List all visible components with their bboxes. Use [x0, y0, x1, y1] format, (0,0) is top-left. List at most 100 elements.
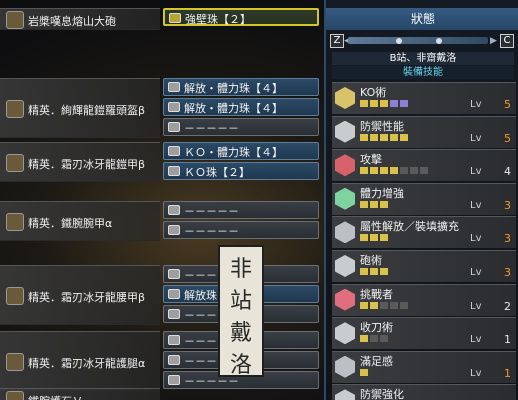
level-pip — [380, 133, 388, 141]
skill-level-pips — [360, 268, 460, 276]
skill-level: 2 — [504, 299, 511, 313]
skill-name: 防禦強化 — [360, 388, 404, 400]
skill-row[interactable]: KO術 Lv 5 — [332, 82, 516, 114]
callout-char: 戴 — [229, 321, 252, 346]
slot-label: ＫＯ・體力珠【４】 — [184, 146, 283, 159]
skill-name: 屬性解放／裝填擴充 — [360, 220, 459, 234]
helmet-icon — [6, 100, 24, 118]
skill-level-pips — [360, 301, 460, 310]
slot-label: 解放・體力珠【４】 — [184, 102, 283, 115]
level-pip — [370, 167, 378, 175]
decoration-slot[interactable]: ＫＯ珠【２】 — [163, 162, 319, 180]
artillery-skill-icon — [335, 255, 355, 277]
jewel-icon — [168, 205, 180, 215]
level-pip — [370, 100, 378, 107]
callout-char: 站 — [229, 289, 252, 314]
jewel-icon — [168, 355, 180, 365]
skill-name: 收刀術 — [360, 321, 393, 335]
charm-icon — [6, 391, 24, 400]
decoration-slot[interactable]: 強壁珠【２】 — [163, 8, 319, 26]
level-prefix: Lv — [470, 233, 482, 245]
skill-level: 3 — [504, 198, 511, 212]
slot-label: －－－－－ — [184, 122, 239, 135]
level-pip — [360, 301, 368, 309]
status-panel: 狀態 Z ◀ ▶ C B站、非齋戴洛 裝備技能 KO術Lv5防禦性能Lv5攻擊L… — [324, 0, 518, 400]
skill-level-pips — [360, 234, 460, 242]
skill-row[interactable]: 防禦強化Lv1 — [332, 384, 516, 400]
skill-row[interactable]: 屬性解放／裝填擴充 Lv 3 — [332, 216, 516, 249]
jewel-icon — [168, 166, 180, 176]
challenger-skill-icon — [335, 288, 355, 311]
level-pip — [400, 301, 408, 309]
page-indicator-bar — [348, 37, 488, 44]
level-prefix: Lv — [470, 199, 482, 211]
slot-label: 強壁珠【２】 — [185, 13, 251, 26]
weapon-icon — [6, 11, 24, 29]
equipment-row[interactable]: 鐵腕護石Ｖ — [0, 388, 322, 400]
next-page-button[interactable]: C — [500, 34, 514, 48]
page-dot-icon — [396, 38, 402, 44]
skill-level-pips — [360, 100, 460, 108]
build-subtitle: B站、非齋戴洛 — [332, 52, 514, 65]
skill-row[interactable]: 挑戰者 Lv 2 — [332, 283, 516, 316]
right-arrow-icon: ▶ — [490, 36, 497, 46]
skill-level-pips — [360, 200, 460, 209]
equipment-row[interactable]: 精英．霜刃冰牙龍鎧甲β ＫＯ・體力珠【４】 ＫＯ珠【２】 — [0, 142, 322, 182]
decoration-slot[interactable]: ＫＯ・體力珠【４】 — [163, 142, 319, 160]
attack-skill-icon — [335, 154, 355, 177]
level-pip — [380, 335, 388, 343]
equipment-row[interactable]: 精英．絢輝龍鎧羅頭盔β 解放・體力珠【４】 解放・體力珠【４】 －－－－－ — [0, 78, 322, 138]
decoration-slot[interactable]: －－－－－ — [163, 118, 319, 136]
decoration-slot[interactable]: －－－－－ — [163, 221, 319, 239]
level-pip — [360, 268, 368, 275]
level-pip — [390, 301, 398, 309]
level-pip — [380, 100, 388, 107]
level-prefix: Lv — [470, 132, 482, 144]
prev-page-button[interactable]: Z — [330, 34, 344, 48]
skill-row[interactable]: 滿足感 Lv 1 — [332, 350, 516, 383]
skill-name: 滿足感 — [360, 354, 393, 368]
jewel-icon — [168, 146, 180, 156]
level-pip — [360, 200, 368, 208]
skill-level: 5 — [504, 98, 511, 111]
skill-level: 1 — [504, 366, 511, 380]
level-pip — [380, 167, 388, 175]
section-title: 裝備技能 — [332, 66, 514, 79]
skill-level-pips — [360, 167, 460, 175]
level-pip — [360, 335, 368, 343]
skill-row[interactable]: 防禦性能 Lv 5 — [332, 115, 516, 148]
decoration-slot[interactable]: －－－－－ — [163, 201, 319, 219]
jewel-icon — [168, 309, 180, 319]
equipment-row[interactable]: 精英．鐵腕腕甲α －－－－－ －－－－－ — [0, 201, 322, 241]
chest-icon — [6, 154, 24, 172]
equipment-row[interactable]: 精英．霜刃冰牙龍護腿α －－－－－ －－－－－ －－－－－ — [0, 331, 322, 391]
skill-row[interactable]: 攻擊 Lv 4 — [332, 149, 516, 182]
equipment-row[interactable]: 岩槳嘆息熔山大砲 強壁珠【２】 — [0, 8, 322, 30]
level-prefix: Lv — [470, 267, 482, 278]
skill-row[interactable]: 體力增強 Lv 3 — [332, 182, 516, 215]
jewel-icon — [168, 225, 180, 235]
equipment-row[interactable]: 精英．霜刃冰牙龍腰甲β －－－－－ 解放珠【３】 －－－－－ — [0, 265, 322, 325]
level-prefix: Lv — [470, 166, 482, 178]
skill-level: 1 — [504, 333, 511, 347]
jewel-icon — [168, 102, 180, 112]
skill-level: 4 — [504, 165, 511, 179]
equipment-name-box: 岩槳嘆息熔山大砲 — [0, 8, 160, 30]
equipment-name: 鐵腕護石Ｖ — [28, 393, 83, 400]
sheathe-skill-icon — [335, 322, 355, 345]
equipment-name: 精英．霜刃冰牙龍護腿α — [28, 357, 146, 370]
decoration-slot[interactable]: 解放・體力珠【４】 — [163, 98, 319, 116]
unlock-skill-icon — [335, 221, 355, 244]
level-pip — [360, 167, 368, 175]
level-pip — [380, 301, 388, 309]
jewel-icon — [169, 13, 181, 23]
ko-skill-icon — [335, 87, 355, 109]
decoration-slot[interactable]: 解放・體力珠【４】 — [163, 78, 319, 96]
equipment-name: 岩槳嘆息熔山大砲 — [28, 15, 116, 28]
skill-name: 攻擊 — [360, 153, 382, 167]
satisfaction-skill-icon — [335, 355, 355, 378]
jewel-icon — [168, 289, 180, 299]
skill-row[interactable]: 收刀術 Lv 1 — [332, 317, 516, 350]
skill-row[interactable]: 砲術 Lv 3 — [332, 250, 516, 282]
level-pip — [360, 100, 368, 107]
